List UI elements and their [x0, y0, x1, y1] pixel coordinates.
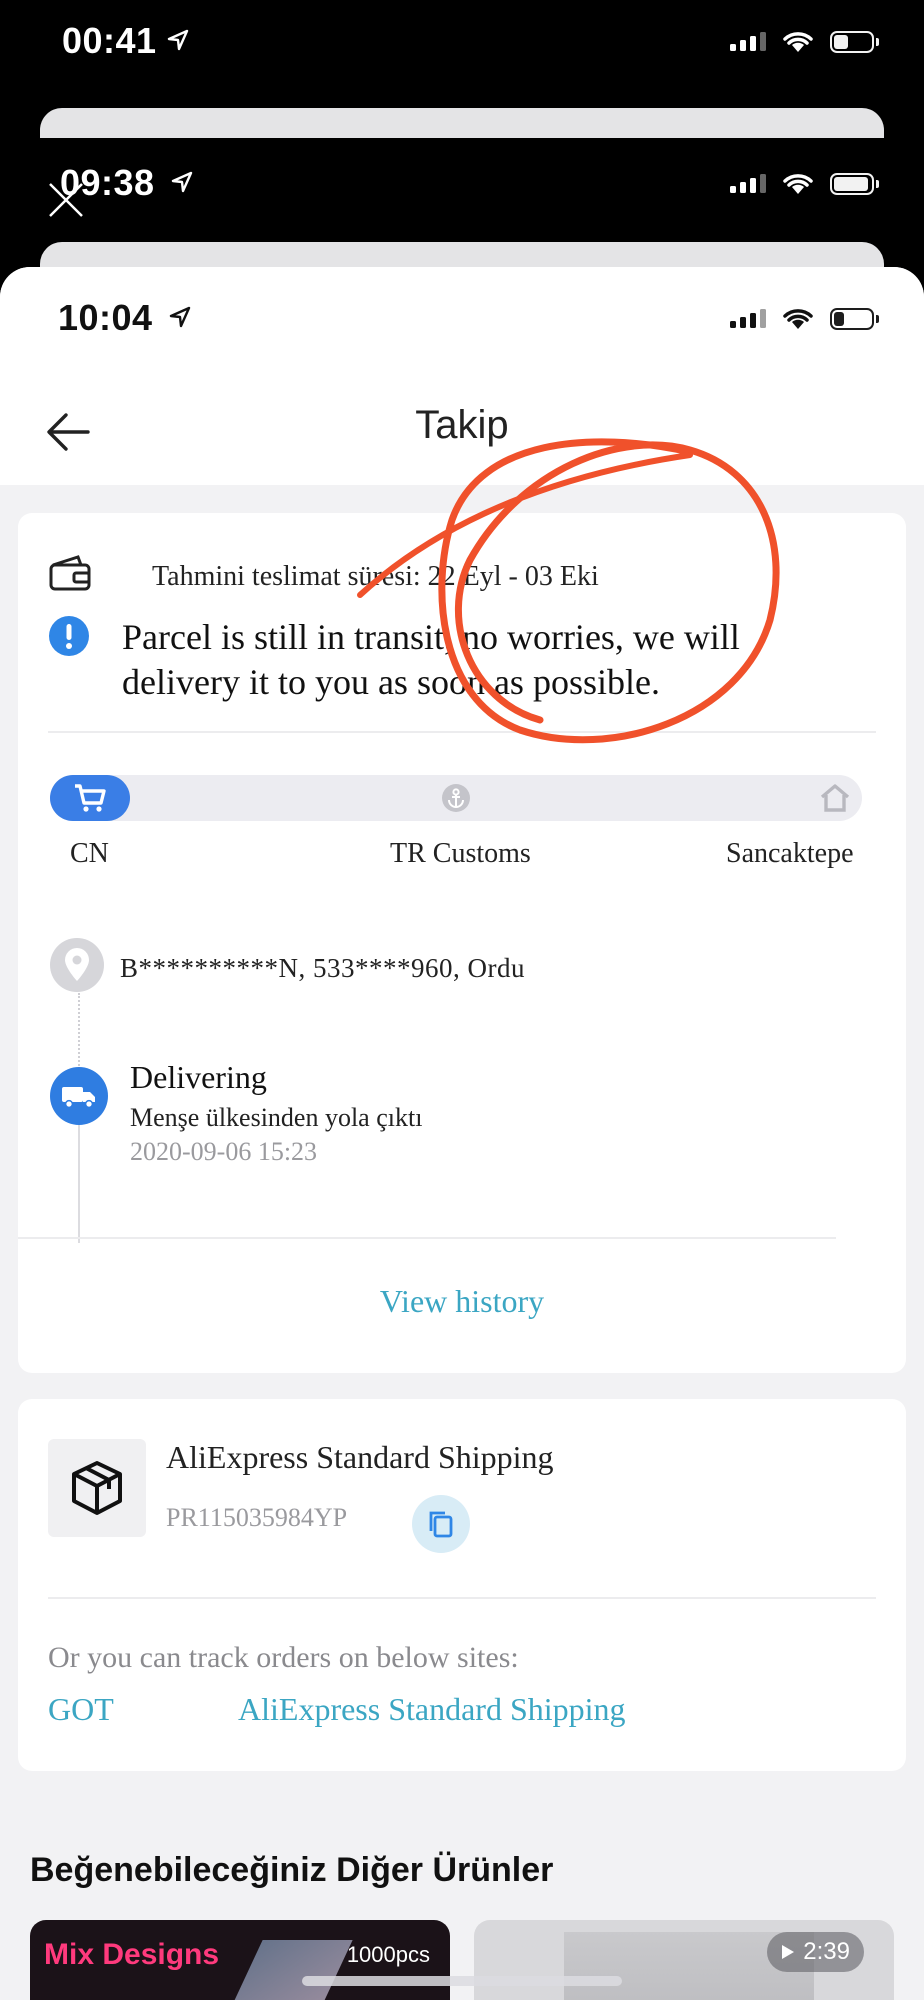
wifi-icon [783, 174, 813, 194]
product-card[interactable]: 2:39 [474, 1920, 894, 2000]
product-badge: Mix Designs [44, 1938, 220, 1971]
status-bar-1: 00:41 [0, 18, 924, 64]
signal-icon [730, 32, 766, 51]
copy-icon [429, 1511, 453, 1538]
alt-tracking-label: Or you can track orders on below sites: [48, 1641, 519, 1674]
divider [48, 731, 876, 733]
event-time: 2020-09-06 15:23 [130, 1137, 318, 1166]
divider [18, 1237, 836, 1239]
product-card[interactable]: Mix Designs 1000pcs [30, 1920, 450, 2000]
card-peek-1 [40, 108, 884, 138]
stage-label-destination: Sancaktepe [726, 838, 854, 869]
alt-link-got[interactable]: GOT [48, 1691, 114, 1728]
battery-icon [830, 308, 879, 330]
copy-button[interactable] [412, 1495, 470, 1553]
wifi-icon [783, 309, 813, 329]
home-indicator [302, 1976, 622, 1986]
timeline-line [78, 993, 80, 1069]
close-icon[interactable] [46, 180, 86, 225]
stage-label-origin: CN [70, 838, 109, 869]
location-arrow-icon [166, 28, 190, 57]
shipment-progress [50, 775, 862, 821]
home-icon [818, 781, 852, 815]
cart-icon [75, 784, 106, 812]
shipping-panel: AliExpress Standard Shipping PR115035984… [18, 1399, 906, 1771]
event-status: Delivering [130, 1059, 267, 1095]
status-icons [730, 30, 879, 54]
status-bar-2: 09:38 [0, 160, 924, 217]
status-time: 00:41 [62, 20, 157, 61]
tracking-number: PR115035984YP [166, 1503, 348, 1532]
video-duration: 2:39 [767, 1932, 864, 1972]
duration-text: 2:39 [803, 1938, 850, 1965]
event-detail: Menşe ülkesinden yola çıktı [130, 1103, 423, 1132]
divider [48, 1597, 876, 1599]
status-bar-3: 10:04 [0, 297, 924, 343]
anchor-icon [439, 781, 473, 815]
recipient-address: B**********N, 533****960, Ordu [120, 953, 525, 983]
location-pin-icon [50, 938, 104, 992]
transit-notice: Parcel is still in transit, no worries, … [122, 617, 740, 702]
tracking-panel: Tahmini teslimat süresi: 22 Eyl - 03 Eki… [18, 513, 906, 1373]
estimated-delivery: Tahmini teslimat süresi: 22 Eyl - 03 Eki [152, 561, 599, 592]
status-icons [730, 307, 879, 331]
stage-label-customs: TR Customs [390, 838, 531, 869]
package-icon [48, 1439, 146, 1537]
info-icon [48, 615, 90, 662]
alt-link-aliexpress[interactable]: AliExpress Standard Shipping [238, 1691, 626, 1728]
product-image [197, 1940, 353, 2000]
battery-icon [830, 31, 879, 53]
tracking-sheet: 10:04 Takip Tahmini teslimat süresi: 22 … [0, 267, 924, 2000]
recommendations-title: Beğenebileceğiniz Diğer Ürünler [30, 1851, 554, 1889]
battery-icon [830, 173, 879, 195]
product-qty: 1000pcs [346, 1942, 430, 1967]
play-icon [782, 1945, 795, 1959]
carrier-name: AliExpress Standard Shipping [166, 1439, 554, 1475]
progress-fill [50, 775, 130, 821]
status-time: 10:04 [58, 297, 153, 338]
truck-icon [50, 1067, 108, 1125]
signal-icon [730, 309, 766, 328]
wallet-icon [48, 553, 92, 598]
status-icons [730, 172, 879, 196]
location-arrow-icon [170, 170, 194, 199]
view-history-link[interactable]: View history [18, 1283, 906, 1320]
page-title: Takip [415, 403, 509, 447]
wifi-icon [783, 32, 813, 52]
timeline-line [78, 1125, 80, 1243]
signal-icon [730, 174, 766, 193]
location-arrow-icon [168, 305, 192, 334]
